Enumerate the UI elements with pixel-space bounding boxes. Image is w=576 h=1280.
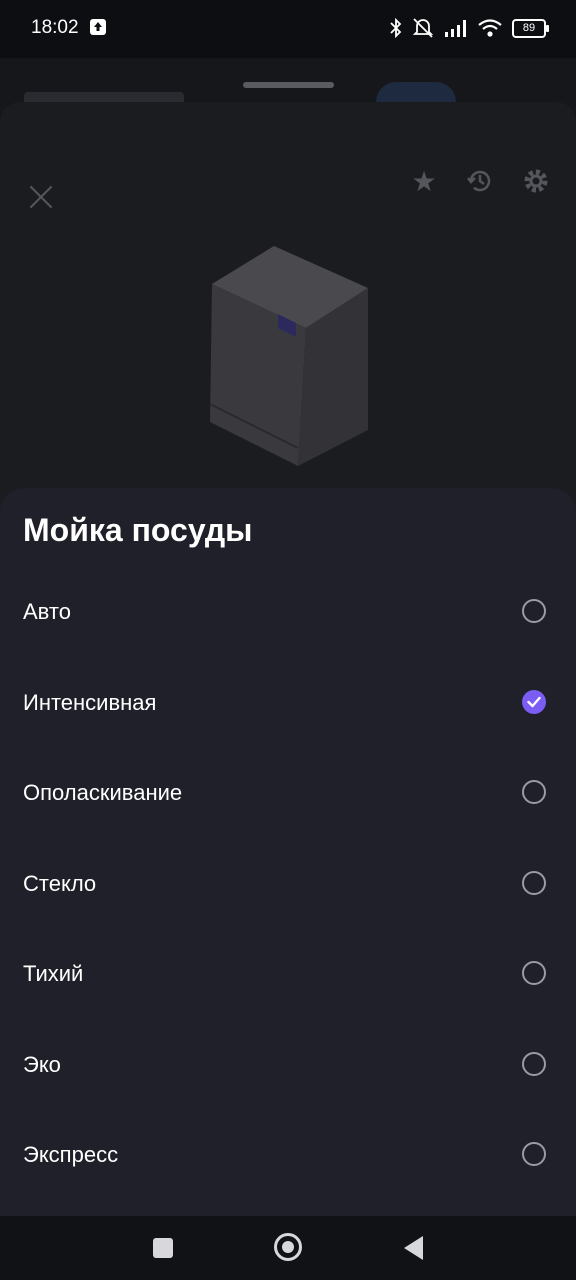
option-label: Экспресс [23, 1142, 119, 1167]
option-intensive[interactable]: Интенсивная [0, 659, 576, 749]
mode-bottom-sheet: Мойка посуды Авто Интенсивная Ополаскива… [0, 488, 576, 1216]
signal-icon [445, 20, 466, 37]
recents-icon[interactable] [153, 1238, 173, 1258]
radio-icon[interactable] [522, 780, 546, 804]
navigation-bar [0, 1216, 576, 1280]
option-label: Интенсивная [23, 690, 157, 715]
radio-icon[interactable] [522, 599, 546, 623]
battery-icon: 89 [512, 18, 549, 38]
status-time: 18:02 [31, 17, 79, 38]
option-label: Авто [23, 599, 71, 624]
option-express[interactable]: Экспресс [0, 1111, 576, 1201]
option-quiet[interactable]: Тихий [0, 930, 576, 1020]
status-icons: 89 [390, 17, 549, 39]
status-bar: 18:02 89 [0, 0, 576, 58]
option-label: Тихий [23, 961, 84, 986]
radio-icon[interactable] [522, 1142, 546, 1166]
home-icon[interactable] [274, 1233, 302, 1261]
bluetooth-icon [390, 18, 402, 38]
dishwasher-image [209, 246, 368, 466]
upload-icon [90, 19, 106, 35]
option-label: Ополаскивание [23, 780, 183, 805]
option-label: Стекло [23, 871, 97, 896]
gear-icon[interactable] [520, 166, 552, 198]
radio-icon[interactable] [522, 871, 546, 895]
option-glass[interactable]: Стекло [0, 840, 576, 930]
option-auto[interactable]: Авто [0, 568, 576, 658]
option-eco[interactable]: Эко [0, 1021, 576, 1111]
mute-icon [412, 18, 434, 38]
sheet-title: Мойка посуды [23, 512, 253, 548]
back-icon[interactable] [404, 1236, 423, 1260]
option-rinse[interactable]: Ополаскивание [0, 749, 576, 839]
drag-handle-top[interactable] [243, 82, 334, 88]
history-icon[interactable] [464, 166, 496, 198]
radio-icon[interactable] [522, 961, 546, 985]
option-label: Эко [23, 1052, 61, 1077]
screen: 18:02 89 ★ Мойка посуды Авто Интенсивная… [0, 0, 576, 1280]
wifi-icon [478, 19, 502, 37]
radio-icon[interactable] [522, 1052, 546, 1076]
star-icon[interactable]: ★ [408, 166, 440, 198]
radio-checked-icon[interactable] [522, 690, 546, 714]
close-icon[interactable] [28, 184, 54, 210]
